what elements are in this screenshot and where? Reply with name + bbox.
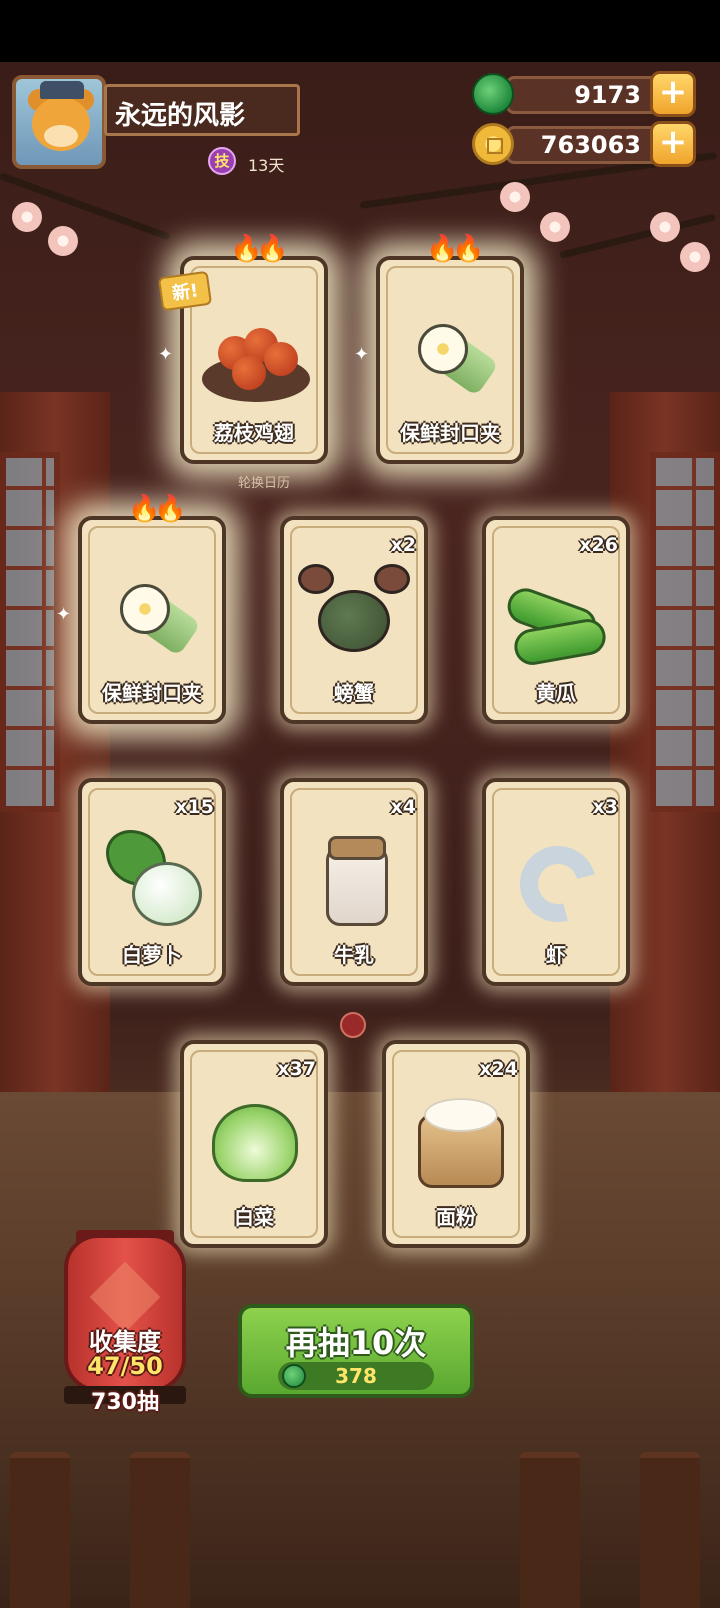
right-window	[650, 452, 720, 812]
shrimp-icon	[500, 822, 612, 936]
card-name: 白菜	[234, 1205, 274, 1229]
milk-jar-icon	[298, 822, 410, 934]
cucumber-icon	[500, 560, 612, 672]
jade-icon	[472, 73, 514, 115]
draw-cost: 378	[278, 1362, 434, 1390]
reward-card[interactable]: x3 虾	[482, 778, 630, 986]
reward-card[interactable]: x4 牛乳	[280, 778, 428, 986]
flame-icon: 🔥🔥	[230, 234, 289, 264]
sealing-clip-icon	[96, 560, 208, 672]
sparkle-icon: ✦	[56, 604, 72, 625]
status-bar	[0, 0, 720, 62]
reward-card[interactable]: x24 面粉	[382, 1040, 530, 1248]
reward-card[interactable]: x15 白萝卜	[78, 778, 226, 986]
card-name: 虾	[546, 943, 566, 967]
left-window	[0, 452, 60, 812]
blossom	[500, 182, 530, 212]
add-jade-button[interactable]: +	[650, 71, 696, 117]
blossom	[680, 242, 710, 272]
rotation-calendar-label: 轮换日历	[238, 476, 291, 491]
total-draws: 730抽	[91, 1390, 159, 1415]
ornament-knot	[340, 1012, 366, 1038]
coin-icon	[472, 123, 514, 165]
item-count: x3	[592, 796, 618, 818]
draw-cost-value: 378	[335, 1364, 377, 1388]
collection-progress: 47/50	[87, 1352, 163, 1380]
card-name: 黄瓜	[536, 681, 576, 705]
item-count: x4	[390, 796, 416, 818]
sparkle-icon: ✦	[158, 344, 174, 365]
card-name: 荔枝鸡翅	[214, 421, 294, 445]
player-avatar[interactable]	[12, 75, 106, 169]
days-counter: 13天	[248, 156, 285, 175]
blossom	[12, 202, 42, 232]
reward-card[interactable]: 🔥🔥 保鲜封口夹	[376, 234, 524, 464]
crab-icon	[298, 560, 410, 672]
flame-icon: 🔥🔥	[426, 234, 485, 264]
napa-cabbage-icon	[198, 1084, 310, 1196]
card-name: 保鲜封口夹	[400, 421, 500, 445]
fence-post	[640, 1452, 700, 1608]
flame-icon: 🔥🔥	[128, 494, 187, 524]
bear-hat	[40, 81, 84, 99]
flour-sack-icon	[400, 1084, 512, 1196]
reward-card[interactable]: x26 黄瓜	[482, 516, 630, 724]
sealing-clip-icon	[394, 300, 506, 412]
reward-card[interactable]: 🔥🔥 新! 荔枝鸡翅	[157, 234, 328, 464]
item-count: x2	[390, 534, 416, 556]
item-count: x37	[277, 1058, 316, 1080]
card-name: 螃蟹	[334, 681, 374, 705]
lychee-chicken-wings-icon	[198, 300, 310, 412]
add-coins-button[interactable]: +	[650, 121, 696, 167]
card-name: 白萝卜	[122, 943, 182, 967]
card-name: 面粉	[436, 1205, 476, 1229]
item-count: x24	[479, 1058, 518, 1080]
draw-button-label: 再抽10次	[285, 1324, 427, 1362]
fence-post	[130, 1452, 190, 1608]
card-name: 牛乳	[334, 943, 374, 967]
sparkle-icon: ✦	[354, 344, 370, 365]
reward-card[interactable]: 🔥🔥 保鲜封口夹	[78, 494, 226, 724]
tech-badge-icon[interactable]: 技	[208, 147, 236, 175]
item-count: x15	[175, 796, 214, 818]
bear-muzzle	[44, 125, 78, 147]
draw-ten-button[interactable]: 再抽10次 378	[238, 1304, 474, 1398]
blossom	[48, 226, 78, 256]
blossom	[650, 212, 680, 242]
blossom	[540, 212, 570, 242]
fence-post	[520, 1452, 580, 1608]
reward-card[interactable]: x2 螃蟹	[280, 516, 428, 724]
card-name: 保鲜封口夹	[102, 681, 202, 705]
fence-post	[10, 1452, 70, 1608]
item-count: x26	[579, 534, 618, 556]
white-radish-icon	[96, 822, 208, 934]
reward-card[interactable]: x37 白菜	[180, 1040, 328, 1248]
player-name: 永远的风影	[104, 84, 300, 136]
